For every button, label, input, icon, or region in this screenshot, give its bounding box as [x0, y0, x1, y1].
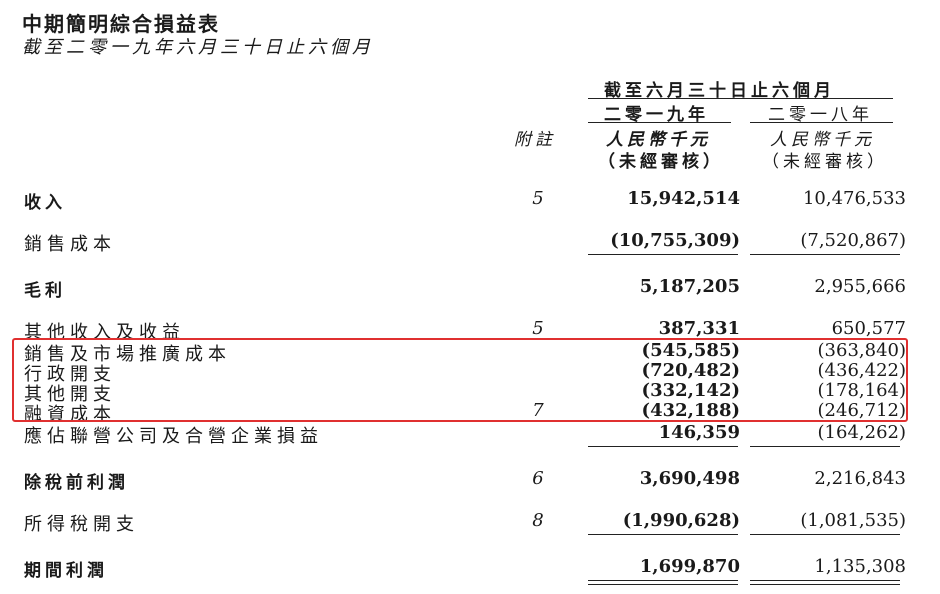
row-label: 收入 [24, 193, 66, 213]
row-note: 6 [532, 468, 544, 489]
statement-subtitle: 截至二零一九年六月三十日止六個月 [22, 37, 374, 58]
row-value-2019: 387,331 [658, 318, 740, 339]
row-value-2018: 650,577 [831, 318, 906, 339]
row-value-2019: 15,942,514 [627, 188, 740, 209]
row-note: 5 [532, 318, 544, 339]
row-label: 銷售成本 [24, 234, 116, 255]
row-value-2019: 1,699,870 [639, 556, 740, 577]
row-value-2019: 3,690,498 [639, 468, 740, 489]
row-value-2018: 1,135,308 [814, 556, 906, 577]
subtotal-underline-2019 [588, 534, 738, 535]
col-2019-audit: （未經審核） [598, 152, 724, 172]
total-double-underline-2019-bottom [588, 584, 738, 585]
row-value-2018: (7,520,867) [800, 230, 906, 251]
row-value-2018: 10,476,533 [802, 188, 906, 209]
col-2019-year-underline [588, 122, 731, 123]
row-value-2018: (1,081,535) [800, 510, 906, 531]
note-column-header: 附註 [514, 130, 556, 150]
row-value-2019: 146,359 [658, 422, 740, 443]
row-label: 毛利 [24, 281, 66, 301]
col-2018-audit: （未經審核） [762, 152, 888, 172]
total-double-underline-2018-top [750, 580, 900, 581]
row-label: 除稅前利潤 [24, 473, 129, 493]
row-value-2018: 2,216,843 [814, 468, 906, 489]
highlight-box [12, 338, 908, 422]
row-note: 5 [532, 188, 544, 209]
subtotal-underline-2019 [588, 446, 738, 447]
row-value-2018: 2,955,666 [814, 276, 906, 297]
row-label: 期間利潤 [24, 561, 108, 581]
row-note: 8 [532, 510, 544, 531]
period-underline [588, 98, 893, 99]
row-label: 所得稅開支 [24, 514, 139, 535]
total-double-underline-2019-top [588, 580, 738, 581]
row-value-2019: 5,187,205 [639, 276, 740, 297]
subtotal-underline-2018 [750, 254, 900, 255]
col-2018-year-underline [750, 122, 893, 123]
subtotal-underline-2018 [750, 534, 900, 535]
row-value-2019: (1,990,628) [622, 510, 740, 531]
total-double-underline-2018-bottom [750, 584, 900, 585]
subtotal-underline-2019 [588, 254, 738, 255]
row-value-2018: (164,262) [817, 422, 906, 443]
row-value-2019: (10,755,309) [610, 230, 740, 251]
row-label: 應佔聯營公司及合營企業損益 [24, 426, 323, 447]
subtotal-underline-2018 [750, 446, 900, 447]
